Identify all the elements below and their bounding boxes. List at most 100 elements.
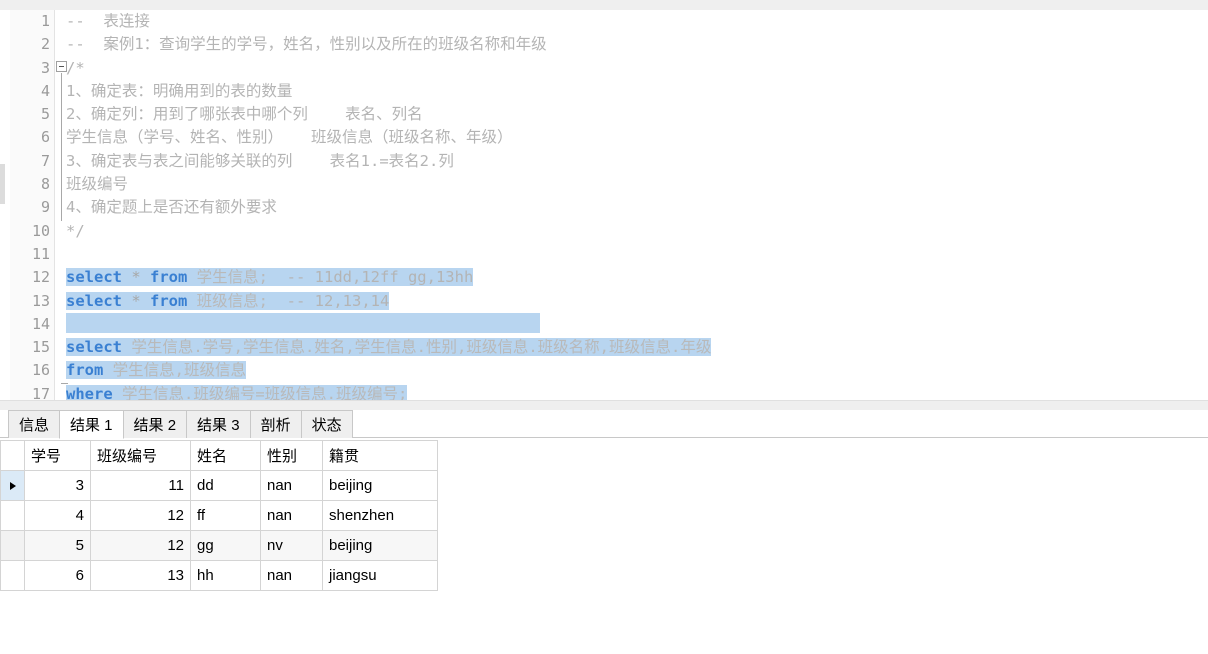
editor-vertical-scrollbar[interactable] xyxy=(0,164,5,204)
code-text: */ xyxy=(66,220,85,243)
code-line[interactable]: 4 1、确定表：明确用到的表的数量 xyxy=(10,79,1208,104)
grid-row[interactable]: 5 12 gg nv beijing xyxy=(0,530,438,561)
result-tab[interactable]: 剖析 xyxy=(249,410,302,438)
code-line[interactable]: 11 xyxy=(10,242,1208,267)
result-table-head: 学号 班级编号 姓名 性别 籍贯 xyxy=(0,440,438,471)
grid-cell[interactable]: 12 xyxy=(90,500,191,531)
editor-results-splitter[interactable] xyxy=(0,400,1208,410)
result-tab[interactable]: 状态 xyxy=(300,410,353,438)
code-text: 学生信息（学号、姓名、性别） 班级信息（班级名称、年级） xyxy=(66,126,513,149)
code-text: 1、确定表：明确用到的表的数量 xyxy=(66,80,292,103)
line-number: 12 xyxy=(10,266,55,290)
grid-row[interactable]: 3 11 dd nan beijing xyxy=(0,470,438,501)
sql-editor[interactable]: 1 -- 表连接 2 -- 案例1：查询学生的学号，姓名，性别以及所在的班级名称和年级… xyxy=(10,10,1208,400)
result-tab[interactable]: 结果 3 xyxy=(186,410,251,438)
grid-cell[interactable]: 5 xyxy=(24,530,91,561)
grid-row-marker[interactable] xyxy=(0,500,25,531)
code-token: 4、确定题上是否还有额外要求 xyxy=(66,198,277,217)
code-line[interactable]: 2 -- 案例1：查询学生的学号，姓名，性别以及所在的班级名称和年级 xyxy=(10,33,1208,57)
grid-row-marker[interactable] xyxy=(0,530,25,561)
line-number: 4 xyxy=(10,79,55,104)
selection-fill xyxy=(66,312,540,333)
grid-cell[interactable]: beijing xyxy=(322,530,438,561)
grid-cell[interactable]: dd xyxy=(190,470,261,501)
code-line[interactable]: 8 班级编号 xyxy=(10,173,1208,197)
grid-cell[interactable]: 12 xyxy=(90,530,191,561)
grid-corner-cell xyxy=(0,440,25,471)
code-line[interactable]: 17 where 学生信息.班级编号=班级信息.班级编号; xyxy=(10,382,1208,400)
code-token: -- 12,13,14 xyxy=(268,291,390,310)
grid-cell[interactable]: shenzhen xyxy=(322,500,438,531)
line-number: 13 xyxy=(10,289,55,313)
code-line[interactable]: 9 4、确定题上是否还有额外要求 xyxy=(10,196,1208,220)
code-text: 3、确定表与表之间能够关联的列 表名1.=表名2.列 xyxy=(66,150,454,173)
code-token: */ xyxy=(66,221,85,240)
code-text: from 学生信息,班级信息 xyxy=(66,359,246,382)
grid-cell[interactable]: beijing xyxy=(322,470,438,501)
code-line[interactable]: 16 from 学生信息,班级信息 xyxy=(10,359,1208,383)
line-number: 11 xyxy=(10,242,55,267)
grid-cell[interactable]: 11 xyxy=(90,470,191,501)
code-text: select 学生信息.学号,学生信息.姓名,学生信息.性别,班级信息.班级名称… xyxy=(66,336,712,359)
sql-editor-lines: 1 -- 表连接 2 -- 案例1：查询学生的学号，姓名，性别以及所在的班级名称和年级… xyxy=(10,10,1208,400)
code-line[interactable]: 3 /* xyxy=(10,56,1208,221)
line-number: 17 xyxy=(10,382,55,400)
code-token: from xyxy=(150,291,188,310)
grid-cell[interactable]: nv xyxy=(260,530,323,561)
code-line[interactable]: 13 select * from 班级信息; -- 12,13,14 xyxy=(10,289,1208,313)
result-tab[interactable]: 结果 1 xyxy=(59,410,124,439)
grid-cell[interactable]: gg xyxy=(190,530,261,561)
code-token: 学生信息.班级编号=班级信息.班级编号; xyxy=(112,384,408,400)
code-line[interactable]: 12 select * from 学生信息; -- 11dd,12ff gg,13… xyxy=(10,266,1208,290)
code-token: 学生信息,班级信息 xyxy=(103,361,246,380)
code-token: 学生信息（学号、姓名、性别） 班级信息（班级名称、年级） xyxy=(66,128,513,147)
current-row-arrow-icon xyxy=(9,481,16,490)
editor-left-edge xyxy=(0,10,10,400)
grid-cell[interactable]: 3 xyxy=(24,470,91,501)
grid-column-header[interactable]: 性别 xyxy=(260,440,323,471)
window-top-chrome xyxy=(0,0,1208,10)
code-line[interactable]: 7 3、确定表与表之间能够关联的列 表名1.=表名2.列 xyxy=(10,149,1208,174)
code-line[interactable]: 1 -- 表连接 xyxy=(10,10,1208,34)
grid-column-header[interactable]: 籍贯 xyxy=(322,440,438,471)
code-line[interactable]: 14 xyxy=(10,312,1208,337)
result-tab[interactable]: 结果 2 xyxy=(122,410,188,438)
code-text: 4、确定题上是否还有额外要求 xyxy=(66,196,277,219)
grid-cell[interactable]: ff xyxy=(190,500,261,531)
grid-cell[interactable]: 6 xyxy=(24,560,91,591)
grid-row-marker[interactable] xyxy=(0,470,25,501)
code-line[interactable]: 6 学生信息（学号、姓名、性别） 班级信息（班级名称、年级） xyxy=(10,126,1208,150)
grid-row-marker[interactable] xyxy=(0,560,25,591)
code-token: from xyxy=(150,268,188,287)
code-token: from xyxy=(66,361,104,380)
grid-cell[interactable]: hh xyxy=(190,560,261,591)
code-line[interactable]: 5 2、确定列：用到了哪张表中哪个列 表名、列名 xyxy=(10,103,1208,127)
code-token: * xyxy=(122,291,150,310)
code-token: select xyxy=(66,338,122,357)
code-text: select * from 班级信息; -- 12,13,14 xyxy=(66,290,390,313)
line-number: 7 xyxy=(10,149,55,174)
grid-cell[interactable]: nan xyxy=(260,470,323,501)
result-data-grid[interactable]: 学号 班级编号 姓名 性别 籍贯 3 11 dd nan beijing 4 12 ff nan shen… xyxy=(0,440,438,591)
code-token: -- 案例1：查询学生的学号，姓名，性别以及所在的班级名称和年级 xyxy=(66,35,547,54)
result-table: 学号 班级编号 姓名 性别 籍贯 3 11 dd nan beijing 4 12 ff nan shen… xyxy=(0,440,438,591)
code-token: -- 11dd,12ff gg,13hh xyxy=(268,268,474,287)
grid-cell[interactable]: nan xyxy=(260,560,323,591)
grid-column-header[interactable]: 班级编号 xyxy=(90,440,191,471)
grid-row[interactable]: 6 13 hh nan jiangsu xyxy=(0,560,438,591)
code-token: 学生信息; xyxy=(187,268,268,287)
code-line[interactable]: 15 select 学生信息.学号,学生信息.姓名,学生信息.性别,班级信息.班级… xyxy=(10,336,1208,360)
line-number: 6 xyxy=(10,126,55,150)
grid-cell[interactable]: 13 xyxy=(90,560,191,591)
line-number: 9 xyxy=(10,196,55,220)
result-tab[interactable]: 信息 xyxy=(8,410,61,438)
code-token: 班级信息; xyxy=(187,291,268,310)
grid-column-header[interactable]: 学号 xyxy=(24,440,91,471)
grid-cell[interactable]: 4 xyxy=(24,500,91,531)
grid-cell[interactable]: jiangsu xyxy=(322,560,438,591)
grid-cell[interactable]: nan xyxy=(260,500,323,531)
grid-column-header[interactable]: 姓名 xyxy=(190,440,261,471)
code-line[interactable]: 10 */ xyxy=(10,219,1208,384)
line-number: 1 xyxy=(10,10,55,34)
grid-row[interactable]: 4 12 ff nan shenzhen xyxy=(0,500,438,531)
